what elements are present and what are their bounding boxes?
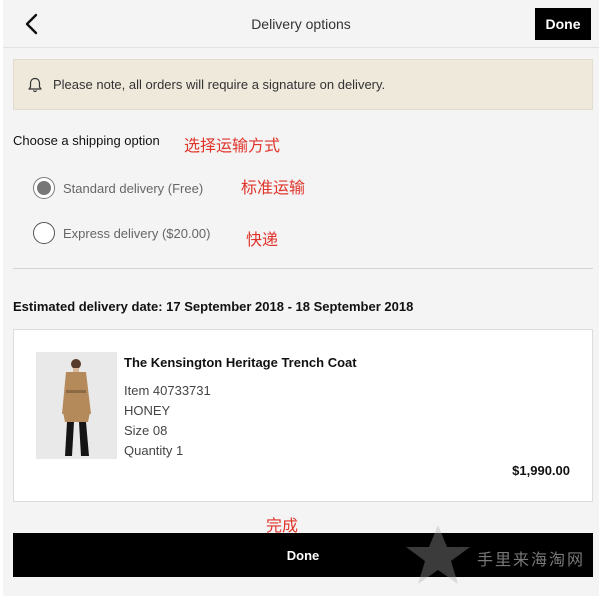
radio-express[interactable] — [33, 222, 55, 244]
header-bar: Delivery options Done — [3, 0, 599, 48]
watermark-text: 手里来海淘网 — [477, 550, 586, 569]
product-name[interactable]: The Kensington Heritage Trench Coat — [124, 355, 357, 370]
page-title: Delivery options — [251, 16, 351, 32]
item-size: Size 08 — [124, 423, 168, 438]
express-delivery-annotation: 快递 — [246, 230, 279, 249]
express-delivery-option[interactable]: Express delivery ($20.00) — [33, 222, 210, 244]
item-color: HONEY — [124, 403, 171, 418]
standard-delivery-label: Standard delivery (Free) — [63, 180, 204, 196]
express-delivery-label: Express delivery ($20.00) — [63, 225, 211, 241]
section-divider — [13, 268, 593, 269]
radio-standard[interactable] — [33, 177, 55, 199]
shipping-title-annotation: 选择运输方式 — [184, 136, 281, 155]
item-quantity: Quantity 1 — [124, 443, 184, 458]
order-item-card: The Kensington Heritage Trench Coat Item… — [13, 329, 593, 502]
signature-notice: Please note, all orders will require a s… — [13, 59, 593, 110]
item-number: Item 40733731 — [124, 383, 211, 398]
standard-delivery-annotation: 标准运输 — [241, 178, 306, 197]
done-button-top[interactable]: Done — [535, 8, 591, 40]
estimated-delivery-date: Estimated delivery date: 17 September 20… — [13, 299, 414, 314]
watermark: 手里来海淘网 — [401, 520, 599, 590]
shipping-section-title: Choose a shipping option — [13, 133, 160, 148]
star-watermark-icon — [406, 525, 470, 584]
product-image[interactable] — [36, 352, 117, 459]
notice-text: Please note, all orders will require a s… — [53, 77, 386, 92]
standard-delivery-option[interactable]: Standard delivery (Free) — [33, 177, 203, 199]
bell-icon — [26, 76, 44, 94]
delivery-options-page: Delivery options Done Please note, all o… — [3, 0, 599, 596]
item-price: $1,990.00 — [512, 463, 570, 478]
